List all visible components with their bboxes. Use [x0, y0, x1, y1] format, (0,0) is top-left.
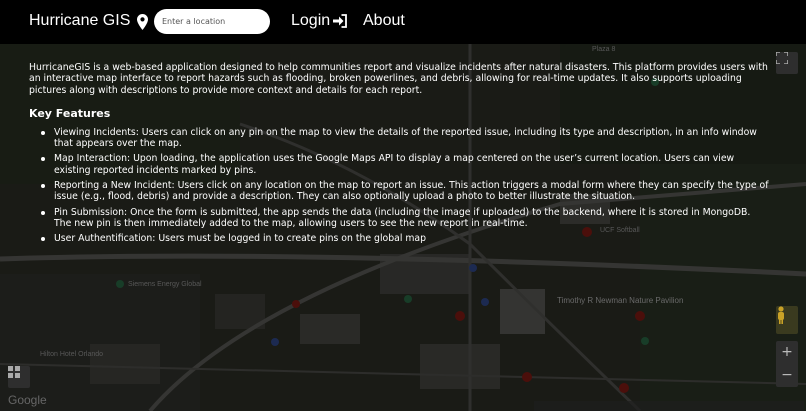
- map-attribution-bar: [534, 401, 804, 411]
- intro-paragraph: HurricaneGIS is a web-based application …: [29, 62, 768, 96]
- feature-item-viewing: Viewing Incidents: Users can click on an…: [41, 127, 769, 150]
- location-search-input[interactable]: [154, 9, 270, 34]
- map-type-button[interactable]: [8, 366, 30, 388]
- fullscreen-icon: [776, 52, 788, 64]
- map-label-plaza: Plaza 8: [592, 46, 616, 53]
- sign-in-icon: [333, 14, 348, 28]
- about-link[interactable]: About: [363, 12, 405, 30]
- login-label: Login: [291, 12, 331, 29]
- navbar: Hurricane GIS Login About: [0, 0, 806, 44]
- pegman-icon: [778, 306, 784, 324]
- google-logo: Google: [8, 393, 47, 407]
- zoom-in-button[interactable]: +: [776, 341, 798, 364]
- feature-item-pin-submission: Pin Submission: Once the form is submitt…: [41, 207, 769, 230]
- features-list: Viewing Incidents: Users can click on an…: [41, 127, 769, 245]
- feature-item-authentication: User Authentification: Users must be log…: [41, 233, 769, 244]
- feature-item-map-interaction: Map Interaction: Upon loading, the appli…: [41, 153, 769, 176]
- features-heading: Key Features: [29, 106, 111, 120]
- zoom-out-button[interactable]: −: [776, 364, 798, 387]
- map-label-hilton: Hilton Hotel Orlando: [40, 351, 104, 358]
- feature-item-reporting: Reporting a New Incident: Users click on…: [41, 180, 769, 203]
- map-label-pavilion: Timothy R Newman Nature Pavilion: [557, 296, 684, 305]
- login-button[interactable]: Login: [291, 12, 348, 30]
- about-content: HurricaneGIS is a web-based application …: [29, 62, 769, 249]
- layers-icon: [8, 366, 20, 378]
- zoom-control[interactable]: + −: [776, 341, 798, 387]
- brand-title[interactable]: Hurricane GIS: [29, 12, 130, 30]
- map-marker-icon: [137, 14, 148, 30]
- street-view-button[interactable]: [776, 306, 798, 334]
- map-label-siemens: Siemens Energy Global: [128, 281, 202, 288]
- fullscreen-button[interactable]: [776, 52, 798, 74]
